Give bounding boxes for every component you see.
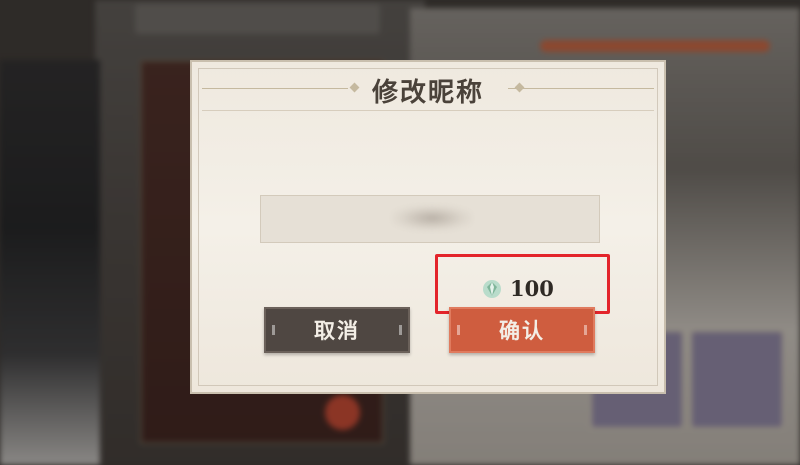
button-ornament [272,325,275,335]
cancel-button[interactable]: 取消 [264,307,410,353]
rename-cost: 100 [482,276,554,301]
confirm-button-label: 确认 [499,318,545,343]
button-ornament [584,325,587,335]
rename-dialog: 修改昵称 100 取消 确认 [190,60,666,394]
gem-icon [483,279,501,298]
dialog-header: 修改昵称 [192,62,664,114]
title-ornament-line [508,88,654,89]
dialog-title: 修改昵称 [371,78,484,108]
button-ornament [399,325,402,335]
cancel-button-label: 取消 [314,318,360,343]
title-divider [202,110,654,111]
nickname-input[interactable] [260,195,600,243]
button-ornament [457,325,460,335]
cost-amount: 100 [510,276,554,301]
confirm-button[interactable]: 确认 [449,307,595,353]
